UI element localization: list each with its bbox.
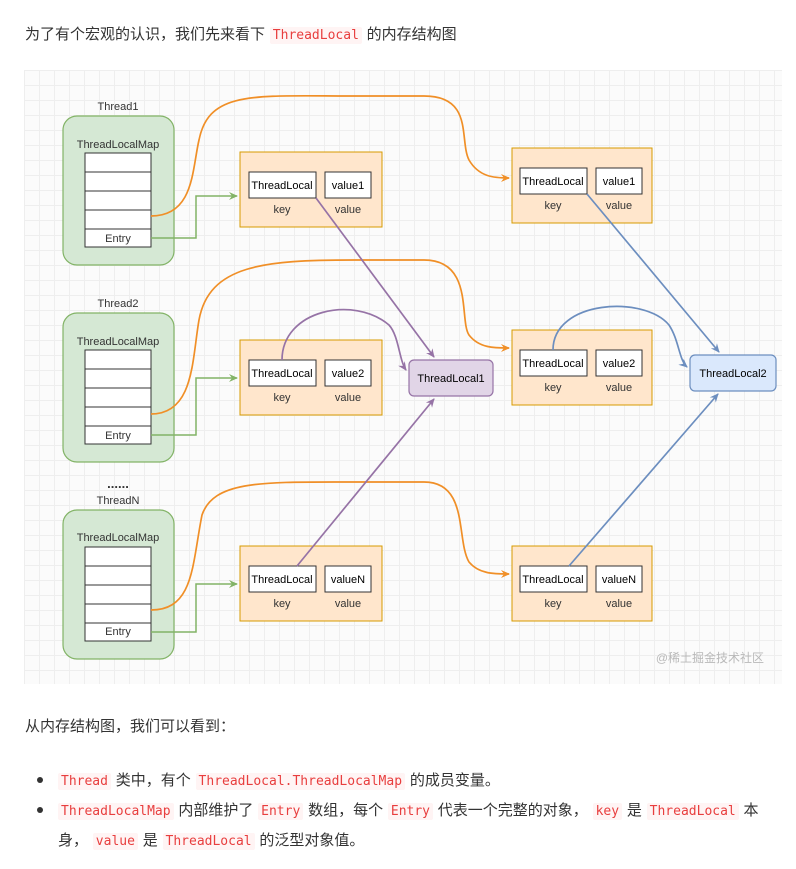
value-caption: value xyxy=(606,382,632,394)
bullet-item-threadlocalmap: ThreadLocalMap 内部维护了 Entry 数组，每个 Entry 代… xyxy=(25,796,765,856)
intro-text-after: 的内存结构图 xyxy=(366,25,457,43)
key-caption: key xyxy=(273,598,291,610)
code-key: key xyxy=(592,803,623,820)
key-caption: key xyxy=(544,382,562,394)
threadlocal2-node: ThreadLocal2 xyxy=(689,354,777,392)
left-entry-1: ThreadLocal value1 key value xyxy=(239,151,383,228)
key-text: ThreadLocal xyxy=(251,180,312,192)
key-caption: key xyxy=(544,598,562,610)
value-text: value1 xyxy=(603,176,635,188)
value-caption: value xyxy=(606,200,632,212)
bullet-item-thread: Thread 类中，有个 ThreadLocal.ThreadLocalMap … xyxy=(25,766,765,796)
value-text: valueN xyxy=(602,574,636,586)
bullet-text: 是 xyxy=(142,831,158,849)
value-text: value2 xyxy=(332,368,364,380)
threadlocal1-label: ThreadLocal1 xyxy=(417,373,484,385)
threadlocal2-label: ThreadLocal2 xyxy=(699,368,766,380)
thread-local-map-label: ThreadLocalMap xyxy=(77,336,160,348)
key-text: ThreadLocal xyxy=(251,368,312,380)
left-entry-2: ThreadLocal value2 key value xyxy=(239,339,383,416)
bullet-text: 身， xyxy=(58,831,89,849)
code-threadlocalmap: ThreadLocalMap xyxy=(58,803,174,820)
code-thread: Thread xyxy=(58,773,111,790)
key-text: ThreadLocal xyxy=(522,358,583,370)
thread-label: Thread2 xyxy=(98,298,139,310)
right-entry-n: ThreadLocal valueN key value xyxy=(511,545,653,622)
threadlocal1-node: ThreadLocal1 xyxy=(408,359,494,397)
value-caption: value xyxy=(335,598,361,610)
code-entry: Entry xyxy=(387,803,434,820)
memory-structure-diagram: Thread1 ThreadLocalMap Entry Thread2 Thr… xyxy=(24,70,782,684)
code-threadlocal: ThreadLocal xyxy=(646,803,739,820)
value-text: value2 xyxy=(603,358,635,370)
value-text: value1 xyxy=(332,180,364,192)
value-caption: value xyxy=(335,392,361,404)
thread-2: Thread2 ThreadLocalMap Entry xyxy=(62,298,175,463)
outro-paragraph: 从内存结构图，我们可以看到： xyxy=(25,717,236,735)
key-caption: key xyxy=(273,392,291,404)
code-value: value xyxy=(92,833,138,850)
key-text: ThreadLocal xyxy=(522,176,583,188)
value-caption: value xyxy=(606,598,632,610)
bullet-text: 内部维护了 xyxy=(178,801,254,819)
thread-label: ThreadN xyxy=(97,495,140,507)
blue-arrow-n xyxy=(568,393,719,567)
key-text: ThreadLocal xyxy=(251,574,312,586)
bullet-list: Thread 类中，有个 ThreadLocal.ThreadLocalMap … xyxy=(25,766,765,856)
code-entry: Entry xyxy=(258,803,304,820)
thread-label: Thread1 xyxy=(98,101,139,113)
left-entry-n: ThreadLocal valueN key value xyxy=(239,545,383,622)
intro-code-threadlocal: ThreadLocal xyxy=(269,27,362,44)
value-text: valueN xyxy=(331,574,365,586)
thread-n: ThreadN ThreadLocalMap Entry xyxy=(62,495,175,660)
key-caption: key xyxy=(544,200,562,212)
right-entry-1: ThreadLocal value1 key value xyxy=(511,147,653,224)
bullet-text: 类中，有个 xyxy=(115,771,191,789)
watermark: @稀土掘金技术社区 xyxy=(656,650,764,665)
bullet-text: 是 xyxy=(626,801,642,819)
bullet-text: 的成员变量。 xyxy=(409,771,500,789)
thread-local-map-label: ThreadLocalMap xyxy=(77,532,160,544)
intro-text-before: 为了有个宏观的认识，我们先来看下 xyxy=(25,25,266,43)
right-entry-2: ThreadLocal value2 key value xyxy=(511,329,653,406)
code-threadlocalmap-type: ThreadLocal.ThreadLocalMap xyxy=(195,773,406,790)
ellipsis: ...... xyxy=(107,476,129,491)
key-caption: key xyxy=(273,204,291,216)
entry-label: Entry xyxy=(105,430,131,442)
bullet-text: 代表一个完整的对象， xyxy=(437,801,588,819)
bullet-continuation: 身， value 是 ThreadLocal 的泛型对象值。 xyxy=(58,826,765,856)
thread-1: Thread1 ThreadLocalMap Entry xyxy=(62,101,175,266)
bullet-text: 的泛型对象值。 xyxy=(259,831,365,849)
key-text: ThreadLocal xyxy=(522,574,583,586)
entry-label: Entry xyxy=(105,233,131,245)
blue-arrow-1 xyxy=(586,193,720,353)
value-caption: value xyxy=(335,204,361,216)
bullet-text: 数组，每个 xyxy=(308,801,384,819)
thread-local-map-label: ThreadLocalMap xyxy=(77,139,160,151)
code-threadlocal: ThreadLocal xyxy=(162,833,255,850)
entry-label: Entry xyxy=(105,626,131,638)
intro-paragraph: 为了有个宏观的认识，我们先来看下 ThreadLocal 的内存结构图 xyxy=(25,24,457,46)
bullet-text: 本 xyxy=(743,801,759,819)
